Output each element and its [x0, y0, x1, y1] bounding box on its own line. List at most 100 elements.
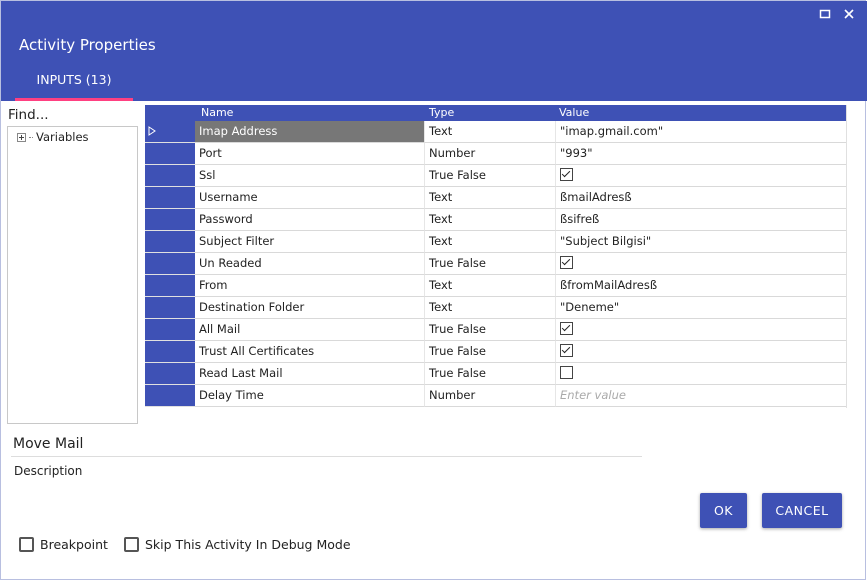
property-name: Read Last Mail [195, 363, 425, 385]
divider [11, 456, 642, 457]
property-value[interactable] [556, 319, 846, 341]
row-selector[interactable] [145, 165, 195, 187]
row-selector[interactable] [145, 209, 195, 231]
maximize-icon[interactable] [817, 6, 833, 22]
value-text: "993" [560, 146, 593, 160]
property-value[interactable] [556, 253, 846, 275]
property-row[interactable]: Username Text ßmailAdresß [145, 187, 846, 209]
property-row[interactable]: Delay Time Number Enter value [145, 385, 846, 407]
property-value[interactable]: ßfromMailAdresß [556, 275, 846, 297]
value-checkbox[interactable] [560, 366, 573, 379]
property-type: True False [425, 363, 556, 385]
row-selector[interactable] [145, 253, 195, 275]
tree-item-variables[interactable]: Variables [17, 130, 89, 144]
row-selector[interactable] [145, 187, 195, 209]
property-value[interactable]: ßsifreß [556, 209, 846, 231]
grid-header: Name Type Value [145, 105, 846, 121]
property-row[interactable]: Port Number "993" [145, 143, 846, 165]
property-row[interactable]: Password Text ßsifreß [145, 209, 846, 231]
dialog-title: Activity Properties [19, 36, 156, 54]
property-type: Text [425, 187, 556, 209]
row-selector[interactable] [145, 319, 195, 341]
property-type: Text [425, 209, 556, 231]
property-type: True False [425, 341, 556, 363]
row-selector[interactable] [145, 363, 195, 385]
property-row[interactable]: Ssl True False [145, 165, 846, 187]
cancel-button[interactable]: CANCEL [762, 493, 842, 528]
skip-debug-label: Skip This Activity In Debug Mode [145, 537, 351, 552]
column-header-name[interactable]: Name [201, 106, 233, 119]
row-selector[interactable] [145, 385, 195, 407]
row-selector[interactable] [145, 143, 195, 165]
column-header-type[interactable]: Type [429, 106, 454, 119]
window-controls [817, 6, 857, 22]
property-type: True False [425, 253, 556, 275]
value-text: ßfromMailAdresß [560, 278, 658, 292]
property-value[interactable]: "imap.gmail.com" [556, 121, 846, 143]
tree-connector [29, 136, 33, 138]
property-value[interactable] [556, 165, 846, 187]
row-selector[interactable] [145, 297, 195, 319]
property-type: Text [425, 121, 556, 143]
property-value[interactable]: "Subject Bilgisi" [556, 231, 846, 253]
property-row[interactable]: From Text ßfromMailAdresß [145, 275, 846, 297]
column-header-value[interactable]: Value [559, 106, 589, 119]
property-value[interactable]: ßmailAdresß [556, 187, 846, 209]
value-text: "Deneme" [560, 300, 620, 314]
property-name: Username [195, 187, 425, 209]
row-selector[interactable] [145, 121, 195, 143]
tree-item-label: Variables [36, 130, 89, 144]
property-name: From [195, 275, 425, 297]
property-name: Destination Folder [195, 297, 425, 319]
property-value[interactable]: Enter value [556, 385, 846, 407]
current-row-arrow-icon [148, 126, 156, 136]
property-name: Subject Filter [195, 231, 425, 253]
property-value[interactable]: "993" [556, 143, 846, 165]
row-selector[interactable] [145, 275, 195, 297]
property-type: Number [425, 385, 556, 407]
close-icon[interactable] [841, 6, 857, 22]
property-row[interactable]: Trust All Certificates True False [145, 341, 846, 363]
variables-tree[interactable]: Variables [7, 126, 138, 424]
breakpoint-option[interactable]: Breakpoint [19, 537, 108, 552]
property-type: Number [425, 143, 556, 165]
value-text: "imap.gmail.com" [560, 124, 664, 138]
property-name: Ssl [195, 165, 425, 187]
ok-button[interactable]: OK [700, 493, 747, 528]
skip-debug-option[interactable]: Skip This Activity In Debug Mode [124, 537, 351, 552]
properties-grid: Name Type Value Imap Address Text "imap.gm… [145, 105, 847, 408]
property-row[interactable]: Un Readed True False [145, 253, 846, 275]
property-name: Un Readed [195, 253, 425, 275]
property-row[interactable]: Imap Address Text "imap.gmail.com" [145, 121, 846, 143]
value-checkbox[interactable] [560, 256, 573, 269]
skip-debug-checkbox[interactable] [124, 537, 139, 552]
value-text: ßmailAdresß [560, 190, 632, 204]
title-bar: Activity Properties INPUTS (13) [1, 1, 867, 101]
activity-name: Move Mail [13, 436, 84, 452]
property-type: True False [425, 319, 556, 341]
property-type: Text [425, 231, 556, 253]
property-row[interactable]: Subject Filter Text "Subject Bilgisi" [145, 231, 846, 253]
row-selector[interactable] [145, 341, 195, 363]
property-type: Text [425, 275, 556, 297]
value-checkbox[interactable] [560, 322, 573, 335]
property-row[interactable]: Read Last Mail True False [145, 363, 846, 385]
property-row[interactable]: Destination Folder Text "Deneme" [145, 297, 846, 319]
breakpoint-label: Breakpoint [40, 537, 108, 552]
tab-inputs-label: INPUTS (13) [36, 72, 112, 87]
property-value[interactable]: "Deneme" [556, 297, 846, 319]
property-name: Trust All Certificates [195, 341, 425, 363]
property-row[interactable]: All Mail True False [145, 319, 846, 341]
find-label[interactable]: Find... [8, 107, 49, 123]
expand-icon[interactable] [17, 132, 26, 142]
property-name: Delay Time [195, 385, 425, 407]
property-value[interactable] [556, 341, 846, 363]
tab-inputs[interactable]: INPUTS (13) [15, 63, 133, 101]
row-selector[interactable] [145, 231, 195, 253]
value-checkbox[interactable] [560, 168, 573, 181]
description-label[interactable]: Description [14, 464, 82, 478]
property-name: Password [195, 209, 425, 231]
property-value[interactable] [556, 363, 846, 385]
breakpoint-checkbox[interactable] [19, 537, 34, 552]
value-checkbox[interactable] [560, 344, 573, 357]
